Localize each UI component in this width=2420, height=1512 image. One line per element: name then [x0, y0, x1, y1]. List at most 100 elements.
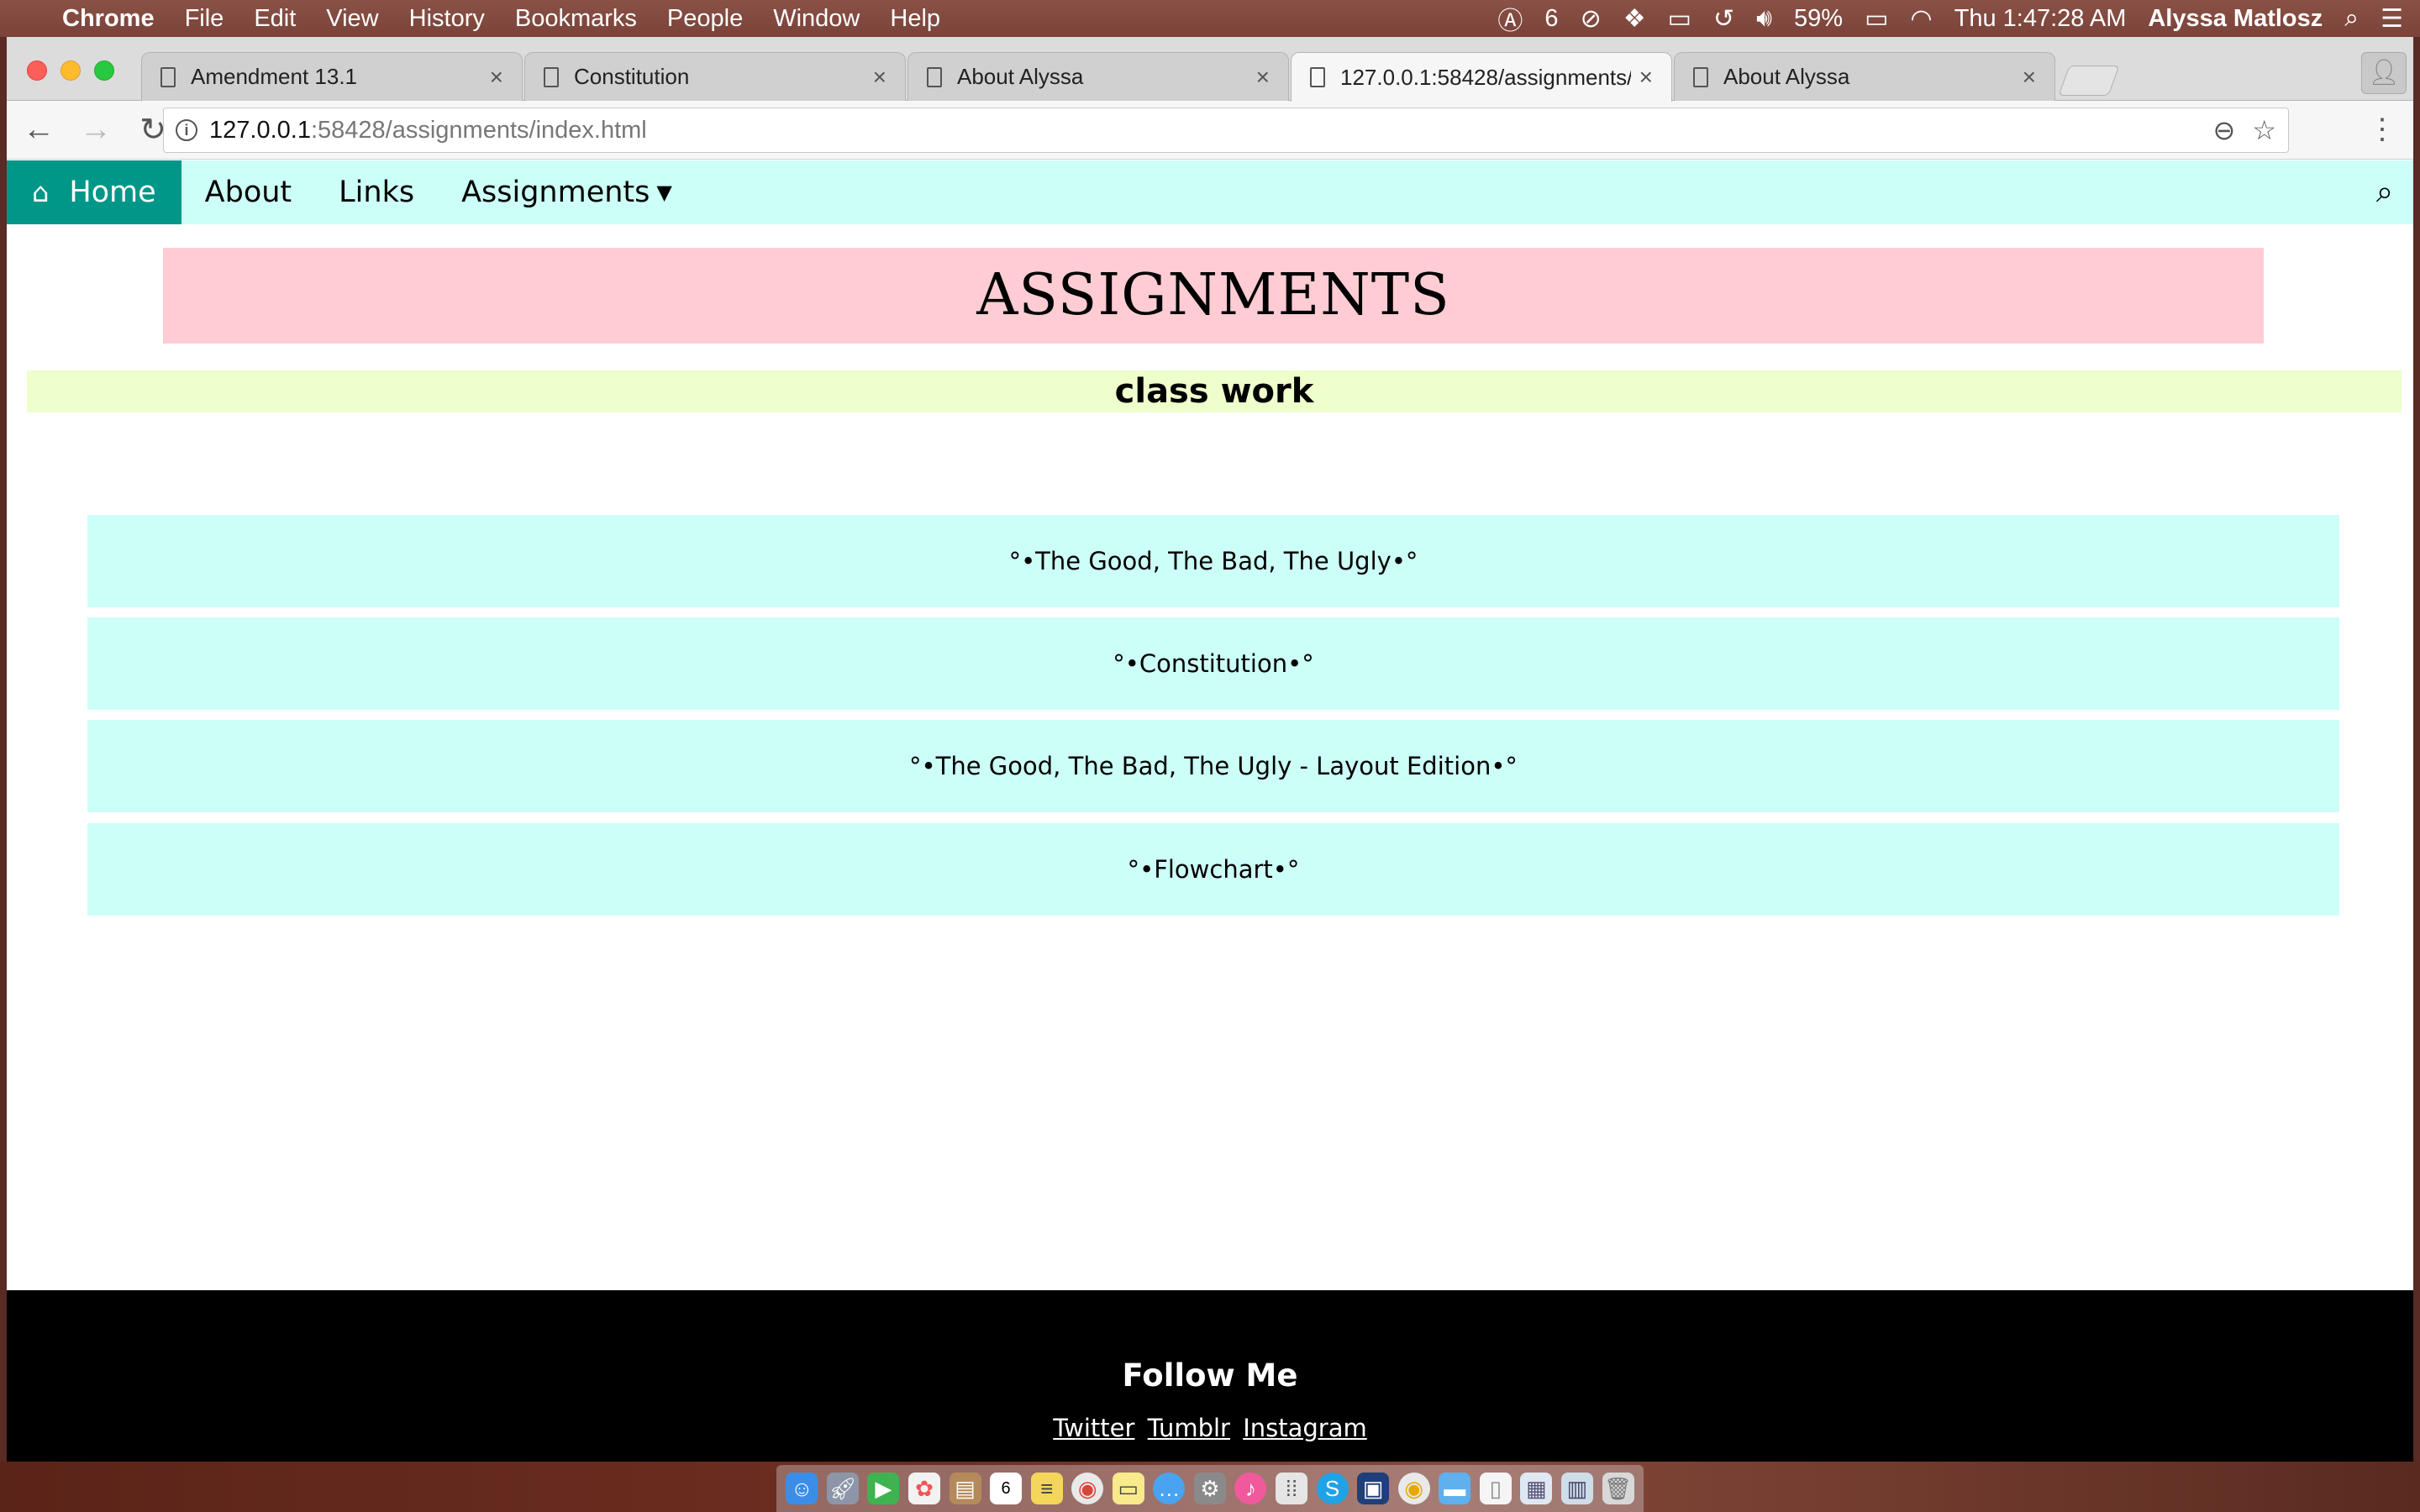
- time-machine-icon[interactable]: ↺: [1713, 4, 1734, 34]
- menu-window[interactable]: Window: [773, 5, 860, 33]
- tumblr-link[interactable]: Tumblr: [1148, 1414, 1230, 1442]
- folder-icon[interactable]: ▬: [1439, 1473, 1471, 1504]
- nav-assignments-label: Assignments: [461, 176, 650, 209]
- nav-links-link[interactable]: Links: [315, 160, 438, 224]
- dock: ☺ 🚀︎ ▶ ✿ ▤ 6 ≡ ◉ ▭ … ⚙ ♪ ⁞⁞ S ▣ ◉ ▬ ▯ ▦ …: [776, 1465, 1644, 1512]
- zoom-window-button[interactable]: [94, 60, 114, 81]
- tab-assignments[interactable]: 127.0.0.1:58428/assignments/ ×: [1291, 52, 1672, 102]
- skype-icon[interactable]: S: [1316, 1473, 1349, 1504]
- page-title: ASSIGNMENTS: [163, 248, 2264, 344]
- system-preferences-icon[interactable]: ⚙: [1193, 1473, 1226, 1504]
- instagram-link[interactable]: Instagram: [1243, 1414, 1367, 1442]
- social-links: Twitter Tumblr Instagram: [7, 1414, 2413, 1442]
- facetime-icon[interactable]: ▶: [867, 1473, 900, 1504]
- tab-title: About Alyssa: [1723, 64, 1850, 89]
- bookmark-star-icon[interactable]: ☆: [2252, 114, 2276, 146]
- assignment-link-good-bad-ugly[interactable]: °•The Good, The Bad, The Ugly•°: [87, 515, 2339, 607]
- menu-view[interactable]: View: [326, 5, 378, 33]
- trash-icon[interactable]: 🗑︎: [1602, 1473, 1634, 1504]
- finder-icon[interactable]: ☺: [786, 1473, 818, 1504]
- tab-about-alyssa-2[interactable]: About Alyssa ×: [1674, 52, 2055, 101]
- web-page: ⌂ Home About Links Assignments ▼ ⌕ ASSIG…: [7, 160, 2413, 1462]
- nav-about-link[interactable]: About: [182, 160, 315, 224]
- close-tab-icon[interactable]: ×: [490, 64, 503, 91]
- menu-edit[interactable]: Edit: [254, 5, 296, 33]
- user-name[interactable]: Alyssa Matlosz: [2148, 5, 2323, 33]
- assignment-link-constitution[interactable]: °•Constitution•°: [87, 617, 2339, 710]
- itunes-icon[interactable]: ♪: [1234, 1473, 1267, 1504]
- search-icon[interactable]: ⌕: [2356, 160, 2413, 224]
- chrome-menu-icon[interactable]: ⋮: [2368, 113, 2396, 146]
- preview-icon[interactable]: ▥: [1560, 1473, 1593, 1504]
- nav-assignments-dropdown[interactable]: Assignments ▼: [438, 160, 696, 224]
- info-icon[interactable]: i: [176, 119, 197, 141]
- window-controls: [27, 60, 114, 81]
- site-navbar: ⌂ Home About Links Assignments ▼ ⌕: [7, 160, 2413, 224]
- page-subtitle: class work: [27, 370, 2402, 412]
- calendar-icon[interactable]: 6: [990, 1473, 1023, 1504]
- launchpad-icon[interactable]: 🚀︎: [826, 1473, 859, 1504]
- nav-home-label: Home: [69, 176, 156, 209]
- spotlight-search-icon[interactable]: ⌕: [2344, 4, 2359, 33]
- close-tab-icon[interactable]: ×: [1639, 64, 1653, 91]
- back-arrow-icon[interactable]: ←: [13, 112, 64, 148]
- menu-history[interactable]: History: [409, 5, 485, 33]
- address-bar[interactable]: i 127.0.0.1 :58428/assignments/index.htm…: [163, 108, 2289, 153]
- close-window-button[interactable]: [27, 60, 47, 81]
- stickies-icon[interactable]: ▭: [1112, 1473, 1144, 1504]
- airplay-icon[interactable]: ▭: [1668, 4, 1691, 34]
- page-icon: [927, 66, 942, 87]
- contacts-icon[interactable]: ▤: [949, 1473, 981, 1504]
- tab-title: 127.0.0.1:58428/assignments/: [1340, 64, 1631, 90]
- close-tab-icon[interactable]: ×: [2023, 64, 2036, 91]
- adobe-icon[interactable]: Ⓐ: [1497, 0, 1523, 37]
- tab-constitution[interactable]: Constitution ×: [524, 52, 906, 101]
- new-tab-button[interactable]: [2058, 66, 2120, 96]
- do-not-disturb-icon[interactable]: ⊘: [1581, 4, 1602, 34]
- url-path: :58428/assignments/index.html: [310, 116, 647, 144]
- zoom-icon[interactable]: ⊖: [2213, 114, 2236, 146]
- photos-icon[interactable]: ✿: [908, 1473, 940, 1504]
- document-icon[interactable]: ▯: [1479, 1473, 1512, 1504]
- tab-about-alyssa[interactable]: About Alyssa ×: [908, 52, 1289, 101]
- tab-title: About Alyssa: [957, 64, 1084, 89]
- tab-title: Constitution: [574, 64, 690, 89]
- menu-help[interactable]: Help: [890, 5, 940, 33]
- twitter-link[interactable]: Twitter: [1053, 1414, 1134, 1442]
- textwrangler-icon[interactable]: ▣: [1357, 1473, 1390, 1504]
- assignment-link-flowchart[interactable]: °•Flowchart•°: [87, 823, 2339, 916]
- battery-percent[interactable]: 59%: [1794, 5, 1843, 33]
- notes-icon[interactable]: ≡: [1030, 1473, 1063, 1504]
- minimize-window-button[interactable]: [60, 60, 81, 81]
- clock[interactable]: Thu 1:47:28 AM: [1954, 5, 2127, 33]
- app-grid-icon[interactable]: ⁞⁞: [1276, 1473, 1308, 1504]
- profile-icon[interactable]: 👤︎: [2361, 52, 2407, 94]
- footer-heading: Follow Me: [1122, 1357, 1298, 1394]
- tab-amendment[interactable]: Amendment 13.1 ×: [141, 52, 523, 101]
- caret-down-icon: ▼: [656, 181, 672, 204]
- notification-center-icon[interactable]: ☰: [2381, 4, 2403, 34]
- battery-icon[interactable]: ▭: [1865, 4, 1888, 34]
- nav-home-link[interactable]: ⌂ Home: [7, 160, 182, 224]
- chrome-canary-icon[interactable]: ◉: [1397, 1473, 1430, 1504]
- page-icon: [544, 66, 559, 87]
- browser-toolbar: ← → ↻ i 127.0.0.1 :58428/assignments/ind…: [7, 101, 2413, 160]
- url-host: 127.0.0.1: [209, 116, 311, 144]
- messages-icon[interactable]: …: [1153, 1473, 1186, 1504]
- assignment-link-layout-edition[interactable]: °•The Good, The Bad, The Ugly - Layout E…: [87, 720, 2339, 812]
- page-icon: [1693, 66, 1708, 87]
- menu-bookmarks[interactable]: Bookmarks: [515, 5, 637, 33]
- wifi-icon[interactable]: ◠: [1910, 4, 1932, 34]
- menu-file[interactable]: File: [185, 5, 224, 33]
- site-footer: Follow Me Twitter Tumblr Instagram: [7, 1290, 2413, 1462]
- screenshot-icon[interactable]: ▦: [1520, 1473, 1553, 1504]
- forward-arrow-icon[interactable]: →: [71, 112, 121, 148]
- close-tab-icon[interactable]: ×: [873, 64, 886, 91]
- volume-icon[interactable]: 🔊︎: [1756, 4, 1772, 33]
- menu-people[interactable]: People: [667, 5, 743, 33]
- menu-app-name[interactable]: Chrome: [62, 5, 155, 33]
- chrome-icon[interactable]: ◉: [1071, 1473, 1104, 1504]
- close-tab-icon[interactable]: ×: [1256, 64, 1270, 91]
- dropbox-icon[interactable]: ❖: [1623, 4, 1646, 34]
- tab-strip: Amendment 13.1 × Constitution × About Al…: [7, 37, 2413, 102]
